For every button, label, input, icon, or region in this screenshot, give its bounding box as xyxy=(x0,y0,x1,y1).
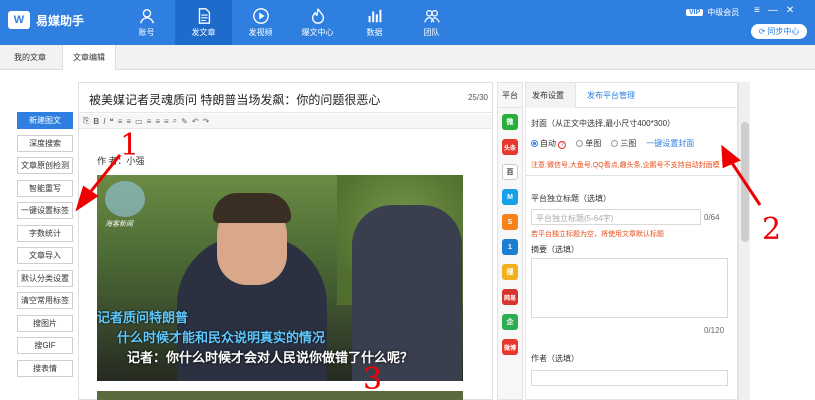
arrow-1 xyxy=(86,154,122,196)
annotation-number-2: 2 xyxy=(762,212,782,247)
annotation-number-1: 1 xyxy=(120,128,140,163)
arrow-2 xyxy=(728,159,762,206)
arrow-2-head xyxy=(721,144,741,169)
annotation-number-3: 3 xyxy=(363,362,383,397)
annotation-arrows xyxy=(75,144,762,212)
arrow-1-head xyxy=(75,185,99,212)
